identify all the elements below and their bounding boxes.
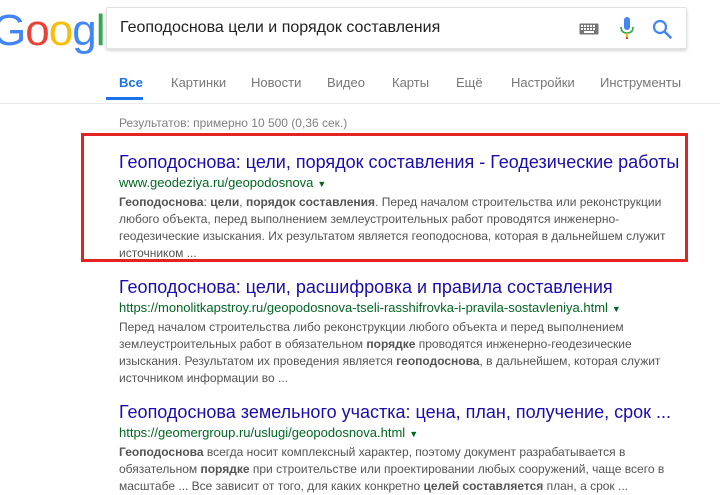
snippet-line: обязательном порядке при строительстве и… [119, 461, 664, 478]
highlight-box [81, 133, 688, 262]
snippet-text: землеустроительных работ в обязательном [119, 336, 367, 351]
search-icon[interactable] [652, 19, 672, 39]
result-url-text[interactable]: https://monolitkapstroy.ru/geopodosnova-… [119, 300, 608, 315]
logo-letter: l [95, 6, 106, 55]
snippet-highlight: геоподоснова [396, 353, 480, 368]
snippet-text: масштабе ... Все зависит от того, для ка… [119, 478, 424, 493]
result-snippet: Перед началом строительства либо реконст… [119, 319, 661, 387]
snippet-line: Геоподоснова всегда носит комплексный ха… [119, 444, 659, 461]
snippet-text: , в дальнейшем, которая служит [479, 353, 661, 368]
result-url-text[interactable]: https://geomergroup.ru/uslugi/geopodosno… [119, 425, 405, 440]
snippet-highlight: целей составляется [423, 478, 544, 493]
logo-letter: G [0, 6, 26, 55]
dropdown-caret-icon[interactable]: ▼ [612, 304, 621, 314]
result-url[interactable]: https://monolitkapstroy.ru/geopodosnova-… [119, 300, 679, 317]
search-result: Геоподоснова: цели, расшифровка и правил… [119, 277, 679, 387]
logo-letter: o [25, 6, 50, 55]
search-input[interactable]: Геоподоснова цели и порядок составления [120, 19, 440, 37]
snippet-text: проводятся инженерно-геодезические [415, 336, 632, 351]
header-divider [0, 103, 720, 104]
snippet-line: масштабе ... Все зависит от того, для ка… [119, 478, 659, 495]
tab-settings[interactable]: Настройки [511, 75, 575, 90]
dropdown-caret-icon[interactable]: ▼ [409, 429, 418, 439]
tab-tools[interactable]: Инструменты [600, 75, 681, 90]
search-result: Геоподоснова земельного участка: цена, п… [119, 402, 679, 495]
snippet-line: землеустроительных работ в обязательном … [119, 336, 659, 353]
snippet-line: Перед началом строительства либо реконст… [119, 319, 659, 336]
snippet-highlight: порядке [366, 336, 416, 351]
snippet-text: источником информации во ... [119, 370, 289, 385]
result-title-link[interactable]: Геоподоснова земельного участка: цена, п… [119, 402, 679, 422]
tab-maps[interactable]: Карты [392, 75, 429, 90]
snippet-text: обязательном [119, 461, 201, 476]
search-tabs: Все Картинки Новости Видео Карты Ещё Нас… [0, 72, 720, 100]
result-stats: Результатов: примерно 10 500 (0,36 сек.) [119, 116, 348, 130]
tab-news[interactable]: Новости [251, 75, 301, 90]
result-url[interactable]: https://geomergroup.ru/uslugi/geopodosno… [119, 425, 679, 442]
tab-more[interactable]: Ещё [456, 75, 483, 90]
result-snippet: Геоподоснова всегда носит комплексный ха… [119, 444, 664, 495]
result-title-link[interactable]: Геоподоснова: цели, расшифровка и правил… [119, 277, 679, 297]
logo-letter: g [72, 6, 97, 55]
snippet-text: Перед началом строительства либо реконст… [119, 319, 624, 334]
snippet-text: при строительстве или проектировании люб… [249, 461, 665, 476]
snippet-text: план, а срок ... [543, 478, 629, 493]
snippet-line: источником информации во ... [119, 370, 659, 387]
snippet-text: всегда носит комплексный характер, поэто… [203, 444, 626, 459]
search-box[interactable]: Геоподоснова цели и порядок составления [106, 7, 687, 49]
snippet-highlight: Геоподоснова [119, 444, 204, 459]
tab-all[interactable]: Все [119, 75, 143, 90]
snippet-line: изыскания. Результатом их проведения явл… [119, 353, 661, 370]
snippet-text: изыскания. Результатом их проведения явл… [119, 353, 397, 368]
active-tab-indicator [106, 97, 143, 100]
logo-letter: o [48, 6, 74, 55]
snippet-highlight: порядке [200, 461, 250, 476]
mic-icon[interactable] [620, 17, 634, 39]
keyboard-icon[interactable] [579, 23, 599, 35]
tab-images[interactable]: Картинки [171, 75, 226, 90]
tab-video[interactable]: Видео [327, 75, 365, 90]
